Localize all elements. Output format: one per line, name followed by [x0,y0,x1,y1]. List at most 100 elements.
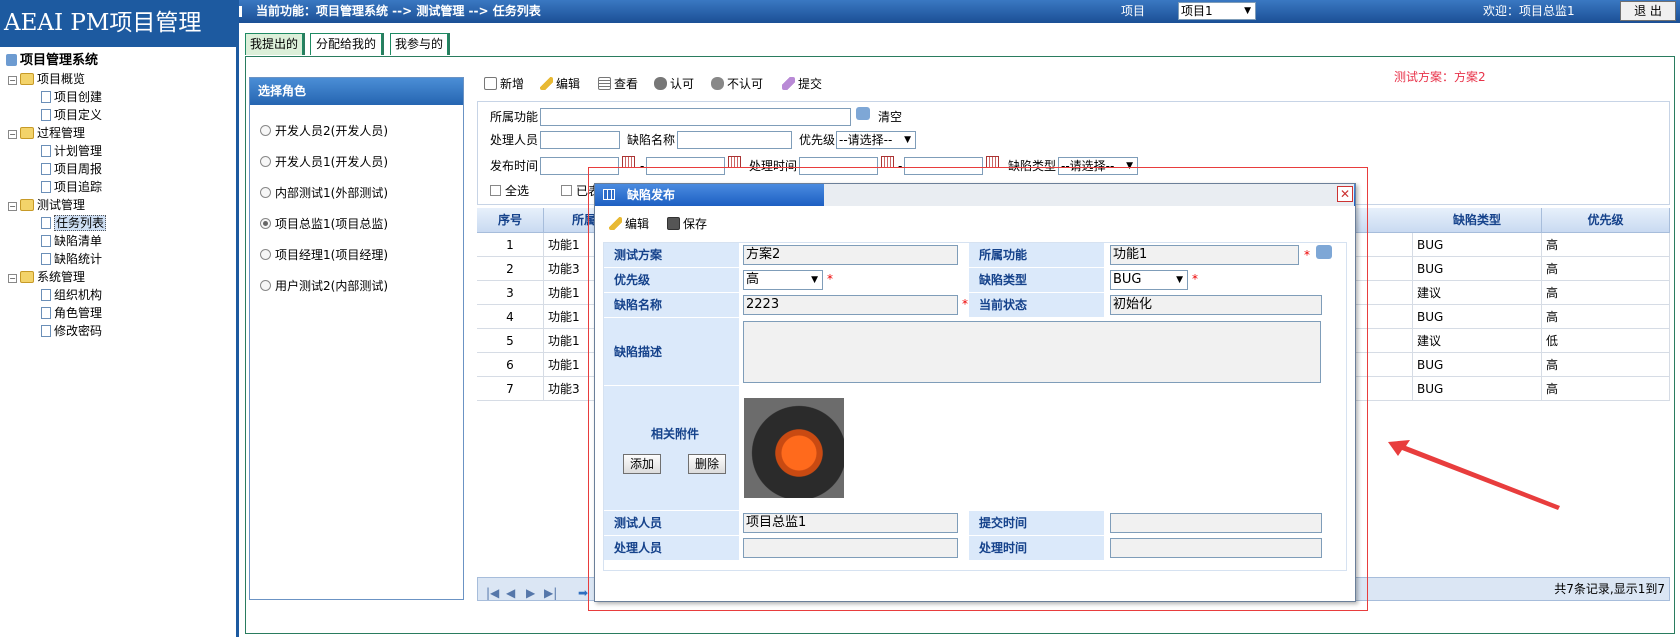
tree-item-weekly[interactable]: 项目周报 [41,160,102,178]
state-field[interactable]: 初始化 [1110,295,1322,315]
dialog-save-button[interactable]: 保存 [667,215,707,233]
tab-participated[interactable]: 我参与的 [390,33,448,55]
priority-select[interactable]: 高 ▼ [743,270,823,290]
lookup-icon[interactable] [1316,245,1332,259]
table-cell-type[interactable]: BUG [1413,377,1542,401]
new-button[interactable]: 新增 [484,75,524,93]
tree-item-label: 项目周报 [54,162,103,176]
func-input[interactable] [540,108,851,126]
table-cell-type[interactable]: BUG [1413,257,1542,281]
col-header-priority: 优先级 [1542,208,1670,233]
tree-item-plan[interactable]: 计划管理 [41,142,102,160]
top-bar: 当前功能：项目管理系统 --> 测试管理 --> 任务列表 项目 项目1 ▼ 欢迎… [236,0,1680,23]
role-option[interactable]: 用户测试2(内部测试) [260,277,388,295]
table-cell-seq[interactable]: 6 [477,353,544,377]
table-cell-priority[interactable]: 高 [1542,257,1670,281]
type-select[interactable]: BUG ▼ [1110,270,1188,290]
go-page-icon[interactable]: ➡ [578,582,588,604]
submit-button[interactable]: 提交 [782,75,822,93]
table-cell-type[interactable]: 建议 [1413,281,1542,305]
desc-textarea[interactable] [743,321,1321,383]
tree-item-tracking[interactable]: 项目追踪 [41,178,102,196]
close-icon[interactable]: ✕ [1337,186,1353,202]
logout-button[interactable]: 退 出 [1620,1,1676,21]
scheme-text: 测试方案：方案2 [1394,70,1486,84]
welcome-text: 欢迎：项目总监1 [1483,4,1575,18]
tab-assigned-to-me[interactable]: 分配给我的 [310,33,382,55]
table-cell-type[interactable]: BUG [1413,233,1542,257]
reject-button[interactable]: 不认可 [711,75,763,93]
role-option[interactable]: 内部测试1(外部测试) [260,184,388,202]
tree-group-process[interactable]: − 过程管理 [8,124,85,142]
attachment-thumbnail[interactable] [744,398,844,498]
table-cell-priority[interactable]: 高 [1542,353,1670,377]
role-option[interactable]: 项目经理1(项目经理) [260,246,388,264]
role-option-selected[interactable]: 项目总监1(项目总监) [260,215,388,233]
first-page-icon[interactable]: |◀ [486,582,499,604]
tree-group-system[interactable]: − 系统管理 [8,268,85,286]
tree-item-defect-list[interactable]: 缺陷清单 [41,232,102,250]
defect-name-input[interactable] [677,131,792,149]
handler-label: 处理人员 [604,536,739,561]
tree-root[interactable]: 项目管理系统 [6,52,98,70]
table-cell-priority[interactable]: 高 [1542,233,1670,257]
view-button[interactable]: 查看 [598,75,638,93]
reject-label: 不认可 [727,77,764,91]
table-cell-seq[interactable]: 1 [477,233,544,257]
page-icon [41,289,51,301]
name-field[interactable]: 2223 [743,295,958,315]
table-cell-priority[interactable]: 高 [1542,281,1670,305]
tree-group-overview[interactable]: − 项目概览 [8,70,85,88]
select-all[interactable]: 全选 [490,182,529,200]
app-title: AEAI PM项目管理 [0,0,236,47]
table-cell-type[interactable]: BUG [1413,353,1542,377]
tree-item-project-create[interactable]: 项目创建 [41,88,102,106]
dialog-edit-button[interactable]: 编辑 [609,215,649,233]
table-cell-seq[interactable]: 5 [477,329,544,353]
radio-icon [260,156,271,167]
table-cell-priority[interactable]: 高 [1542,377,1670,401]
table-cell-seq[interactable]: 7 [477,377,544,401]
tester-field[interactable]: 项目总监1 [743,513,958,533]
page-icon [41,91,51,103]
desc-label: 缺陷描述 [604,318,739,386]
table-cell-seq[interactable]: 2 [477,257,544,281]
handler-field[interactable] [743,538,958,558]
func-field[interactable]: 功能1 [1110,245,1299,265]
annotation-arrow [1388,440,1560,510]
collapse-icon: − [8,76,17,85]
role-option[interactable]: 开发人员2(开发人员) [260,122,388,140]
last-page-icon[interactable]: ▶| [544,582,557,604]
dialog-title: 缺陷发布 [627,188,676,202]
project-select[interactable]: 项目1 ▼ [1178,2,1256,20]
handler-input[interactable] [540,131,620,149]
table-cell-type[interactable]: BUG [1413,305,1542,329]
table-cell-seq[interactable]: 4 [477,305,544,329]
tree-item-project-define[interactable]: 项目定义 [41,106,102,124]
table-cell-priority[interactable]: 高 [1542,305,1670,329]
tree-item-role[interactable]: 角色管理 [41,304,102,322]
clear-link[interactable]: 清空 [878,108,902,126]
prev-page-icon[interactable]: ◀ [506,582,515,604]
tree-item-task-list[interactable]: 任务列表 [41,214,107,232]
approve-label: 认可 [670,77,695,91]
tree-group-testing[interactable]: − 测试管理 [8,196,85,214]
next-page-icon[interactable]: ▶ [526,582,535,604]
delete-attachment-button[interactable]: 删除 [688,454,726,474]
add-attachment-button[interactable]: 添加 [623,454,661,474]
lookup-icon[interactable] [856,107,870,120]
handle-time-field[interactable] [1110,538,1322,558]
approve-button[interactable]: 认可 [654,75,694,93]
scheme-field[interactable]: 方案2 [743,245,958,265]
priority-select[interactable]: --请选择-- ▼ [836,131,916,149]
tree-item-password[interactable]: 修改密码 [41,322,102,340]
table-cell-seq[interactable]: 3 [477,281,544,305]
tree-item-org[interactable]: 组织机构 [41,286,102,304]
table-cell-type[interactable]: 建议 [1413,329,1542,353]
tree-item-defect-stats[interactable]: 缺陷统计 [41,250,102,268]
role-option[interactable]: 开发人员1(开发人员) [260,153,388,171]
table-cell-priority[interactable]: 低 [1542,329,1670,353]
tab-my-raised[interactable]: 我提出的 [245,33,303,55]
edit-button[interactable]: 编辑 [540,75,580,93]
submit-time-field[interactable] [1110,513,1322,533]
